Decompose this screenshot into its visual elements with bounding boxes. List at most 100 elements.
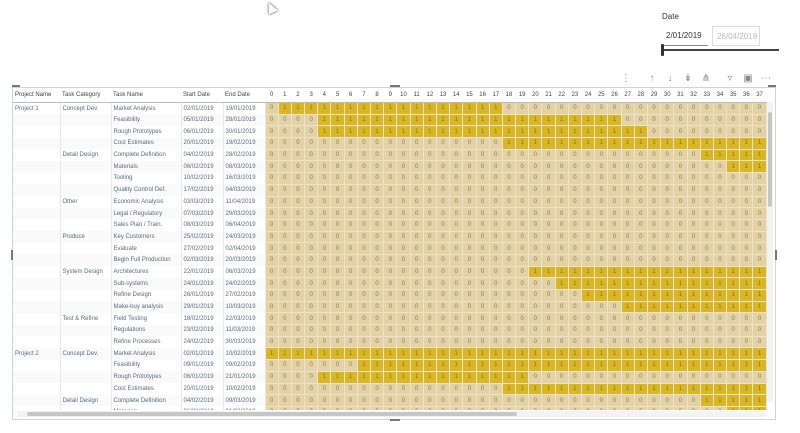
day-column-header[interactable]: 4 — [317, 88, 331, 103]
day-column-header[interactable]: 31 — [673, 88, 687, 103]
day-column-header[interactable]: 7 — [357, 88, 371, 103]
table-row[interactable]: Materials06/02/201901/03/201900000000000… — [13, 406, 767, 410]
date-slider-handle[interactable] — [661, 44, 664, 56]
day-column-header[interactable]: 33 — [700, 88, 714, 103]
day-column-header[interactable]: 3 — [304, 88, 318, 103]
table-row[interactable]: Refine Processes 24/02/2019 30/03/2019 0 0 0 0… — [13, 336, 767, 349]
table-row[interactable]: Other Economic Analysis 03/03/2019 11/04/20… — [13, 196, 767, 209]
table-row[interactable]: Quality Control Def. 17/02/2019 04/03/2019… — [13, 184, 767, 197]
table-row[interactable]: Materials 06/02/2019 08/03/2019 0 0 0 0 0 0 0 0 0 0 0… — [13, 160, 767, 174]
day-column-header[interactable]: 24 — [581, 88, 595, 103]
gantt-cell-active: 1 — [700, 137, 714, 150]
resize-handle-right[interactable] — [775, 250, 777, 260]
table-row[interactable]: Feasibility 05/01/2019 28/01/2019 0 0 0 0 1 1 1 1 1… — [13, 114, 767, 127]
date-slider-track[interactable] — [664, 49, 779, 51]
sort-down-icon[interactable]: ↓ — [664, 72, 676, 86]
resize-handle-top[interactable] — [390, 85, 400, 87]
table-row[interactable]: Evaluate 27/02/2019 02/04/2019 0 0 0 0 0 0 0 0 0 0 0 0… — [13, 242, 767, 255]
gantt-cell-inactive: 0 — [370, 242, 385, 255]
day-column-header[interactable]: 8 — [370, 88, 384, 103]
resize-handle-tr[interactable] — [768, 85, 776, 87]
table-row[interactable]: Project 1 Concept Dev. Market Analysis 02/0… — [13, 102, 767, 115]
day-column-header[interactable]: 11 — [410, 88, 424, 103]
column-header-task[interactable]: Task Name — [111, 88, 181, 103]
day-column-header[interactable]: 13 — [436, 88, 450, 103]
table-row[interactable]: Cost Estimates 20/01/2019 19/02/2019 0 0 0 0 0 0… — [13, 137, 767, 150]
day-column-header[interactable]: 37 — [752, 88, 767, 103]
day-column-header[interactable]: 18 — [502, 88, 516, 103]
column-header-start[interactable]: Start Date — [181, 88, 223, 103]
vertical-scrollbar[interactable] — [767, 102, 773, 402]
gantt-cell-inactive: 0 — [489, 324, 503, 337]
filter-icon[interactable]: ▿ — [724, 72, 736, 86]
day-column-header[interactable]: 35 — [726, 88, 740, 103]
gantt-cell-active: 1 — [436, 125, 451, 139]
day-column-header[interactable]: 17 — [489, 88, 503, 103]
day-column-header[interactable]: 16 — [476, 88, 490, 103]
day-column-header[interactable]: 22 — [555, 88, 569, 103]
column-header-end[interactable]: End Date — [223, 88, 265, 103]
day-column-header[interactable]: 14 — [449, 88, 463, 103]
table-row[interactable]: Produce Key Customers 25/02/2019 24/03/2019… — [13, 231, 767, 244]
resize-handle-tl[interactable] — [12, 85, 20, 87]
table-row[interactable]: Regulations 23/02/2019 11/03/2019 0 0 0 0 0 0 0 0 0… — [13, 324, 767, 337]
table-row[interactable]: Rough Prototypes 06/01/2019 30/01/2019 0 0 0 0… — [13, 125, 767, 139]
table-row[interactable]: Cost Estimates 20/01/2019 10/02/2019 0 0 0 0 0 0… — [13, 383, 767, 396]
table-row[interactable]: Detail Design Complete Definition 04/02/20… — [13, 149, 767, 162]
day-column-header[interactable]: 15 — [462, 88, 476, 103]
end-date-input[interactable]: 26/04/2019 — [712, 26, 760, 46]
day-column-header[interactable]: 36 — [739, 88, 753, 103]
column-header-project[interactable]: Project Name — [13, 88, 60, 103]
more-options-icon[interactable]: ⋯ — [760, 72, 772, 86]
drill-icon[interactable]: ⋔ — [700, 72, 712, 86]
gantt-cell-inactive: 0 — [621, 114, 635, 127]
table-row[interactable]: Begin Full Production 02/03/2019 20/03/201… — [13, 254, 767, 267]
day-column-header[interactable]: 19 — [515, 88, 529, 103]
table-row[interactable]: Project 2 Concept Dev. Market Analysis 02/0… — [13, 347, 767, 361]
horizontal-scroll-thumb[interactable] — [27, 412, 517, 416]
day-column-header[interactable]: 30 — [660, 88, 674, 103]
table-row[interactable]: Tooling 10/02/2019 16/03/2019 0 0 0 0 0 0 0 0 0 0 0 0 0… — [13, 172, 767, 185]
day-column-header[interactable]: 21 — [541, 88, 556, 103]
focus-mode-icon[interactable]: ▣ — [742, 72, 754, 86]
day-column-header[interactable]: 5 — [330, 88, 345, 103]
day-column-header[interactable]: 26 — [607, 88, 622, 103]
horizontal-scrollbar[interactable] — [17, 411, 765, 417]
start-date-input[interactable]: 2/01/2019 — [662, 26, 708, 46]
table-row[interactable]: System Design Architectures 22/01/2019 06/0… — [13, 266, 767, 279]
gantt-cell-active: 1 — [357, 125, 372, 139]
day-column-header[interactable]: 23 — [568, 88, 582, 103]
resize-handle-left[interactable] — [11, 250, 13, 260]
day-column-header[interactable]: 27 — [621, 88, 635, 103]
more-info-icon[interactable]: ⋮ — [620, 72, 632, 86]
table-row[interactable]: Test & Refine Field Testing 18/02/2019 22/0… — [13, 312, 767, 326]
project-name-cell — [13, 336, 61, 348]
day-column-header[interactable]: 29 — [647, 88, 661, 103]
day-column-header[interactable]: 10 — [396, 88, 411, 103]
day-column-header[interactable]: 1 — [278, 88, 292, 103]
table-row[interactable]: Make-buy analysis 29/01/2019 10/03/2019 0 0 0… — [13, 301, 767, 314]
sort-up-icon[interactable]: ↑ — [646, 72, 658, 86]
table-row[interactable]: Legal / Regulatory 07/03/2019 29/03/2019 0 0… — [13, 207, 767, 220]
day-column-header[interactable]: 12 — [423, 88, 437, 103]
table-row[interactable]: Rough Prototypes 06/01/2019 21/01/2019 0 0 0 0… — [13, 371, 767, 384]
day-column-header[interactable]: 28 — [634, 88, 648, 103]
day-column-header[interactable]: 6 — [344, 88, 358, 103]
day-column-header[interactable]: 20 — [528, 88, 542, 103]
table-row[interactable]: Feasibility 09/01/2019 09/02/2019 0 0 0 0 0 0 0 1 1… — [13, 359, 767, 372]
expand-all-icon[interactable]: ↡ — [682, 72, 694, 86]
vertical-scroll-thumb[interactable] — [768, 112, 772, 207]
resize-handle-bottom[interactable] — [390, 419, 400, 421]
column-header-category[interactable]: Task Category — [60, 88, 111, 103]
table-row[interactable]: Refine Design 26/01/2019 27/02/2019 0 0 0 0 0 0 0… — [13, 289, 767, 302]
gantt-cell-inactive: 0 — [515, 196, 530, 209]
day-column-header[interactable]: 2 — [291, 88, 305, 103]
day-column-header[interactable]: 0 — [265, 88, 279, 103]
day-column-header[interactable]: 9 — [383, 88, 397, 103]
table-row[interactable]: Detail Design Complete Definition 04/02/20… — [13, 394, 767, 407]
table-row[interactable]: Sub-systems 24/01/2019 24/02/2019 0 0 0 0 0 0 0 0 0… — [13, 277, 767, 290]
day-column-header[interactable]: 34 — [713, 88, 727, 103]
day-column-header[interactable]: 32 — [687, 88, 701, 103]
table-row[interactable]: Sales Plan / Train. 08/03/2019 06/04/2019 0… — [13, 219, 767, 232]
day-column-header[interactable]: 25 — [594, 88, 608, 103]
